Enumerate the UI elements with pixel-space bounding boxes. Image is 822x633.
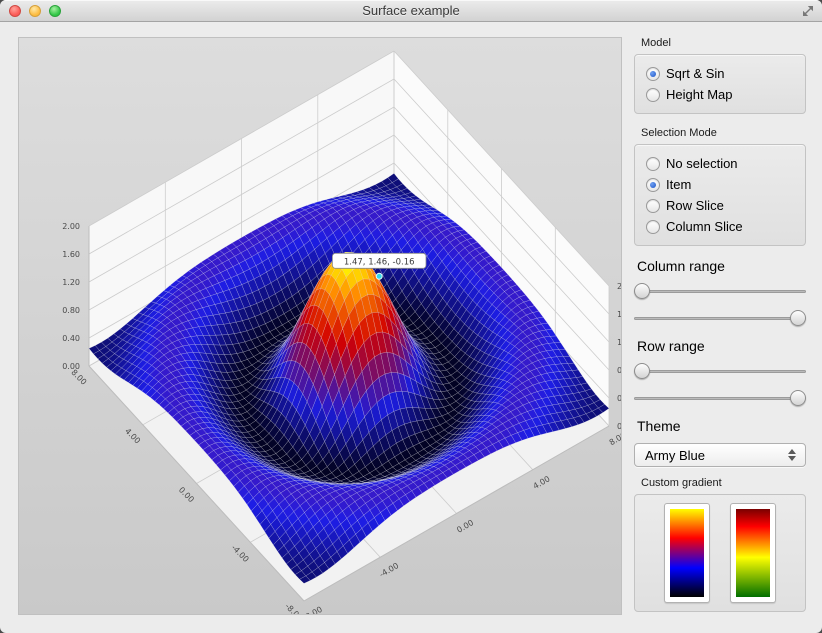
traffic-lights xyxy=(9,5,61,17)
slider-track[interactable] xyxy=(634,370,806,373)
svg-text:1.47, 1.46, -0.16: 1.47, 1.46, -0.16 xyxy=(344,257,415,267)
slider-knob[interactable] xyxy=(790,310,806,326)
row-range-min-slider[interactable] xyxy=(634,363,806,379)
slider-track[interactable] xyxy=(634,317,806,320)
close-button[interactable] xyxy=(9,5,21,17)
theme-combobox[interactable]: Army Blue xyxy=(634,443,806,467)
svg-text:1.20: 1.20 xyxy=(617,338,621,347)
svg-text:0.00: 0.00 xyxy=(177,485,196,504)
selection-mode-groupbox: No selection Item Row Slice Column Slice xyxy=(634,144,806,246)
radio-label: Item xyxy=(666,177,691,192)
svg-text:4.00: 4.00 xyxy=(123,427,142,446)
window-content: -8.00 -4.00 0.00 4.00 8.00 -8.00 -4.00 0.00 4.00… xyxy=(0,22,822,633)
radio-label: No selection xyxy=(666,156,738,171)
app-window: Surface example -8.00-4.000.004.008.00-8… xyxy=(0,0,822,633)
svg-text:0.40: 0.40 xyxy=(62,334,80,343)
theme-label: Theme xyxy=(637,417,806,435)
radio-icon[interactable] xyxy=(646,157,660,171)
column-range-label: Column range xyxy=(637,257,806,275)
radio-option-row-slice[interactable]: Row Slice xyxy=(641,195,799,216)
custom-gradient-group-label: Custom gradient xyxy=(641,475,806,491)
svg-text:8.00: 8.00 xyxy=(608,430,621,447)
svg-text:2.00: 2.00 xyxy=(62,222,80,231)
radio-label: Row Slice xyxy=(666,198,724,213)
svg-text:2.00: 2.00 xyxy=(617,282,621,291)
svg-text:0.00: 0.00 xyxy=(62,362,80,371)
column-range-min-slider[interactable] xyxy=(634,283,806,299)
svg-text:-8.00: -8.00 xyxy=(283,602,304,614)
gradient-one-button[interactable] xyxy=(664,503,710,603)
model-groupbox: Sqrt & Sin Height Map xyxy=(634,54,806,114)
surface-plot[interactable]: -8.00 -4.00 0.00 4.00 8.00 -8.00 -4.00 0.00 4.00… xyxy=(19,38,621,614)
slider-track[interactable] xyxy=(634,290,806,293)
slider-track[interactable] xyxy=(634,397,806,400)
minimize-button[interactable] xyxy=(29,5,41,17)
radio-option-sqrt-sin[interactable]: Sqrt & Sin xyxy=(641,63,799,84)
gradient-one-preview xyxy=(670,509,704,597)
slider-knob[interactable] xyxy=(634,283,650,299)
slider-knob[interactable] xyxy=(634,363,650,379)
svg-text:1.20: 1.20 xyxy=(62,278,80,287)
slider-knob[interactable] xyxy=(790,390,806,406)
svg-text:0.00: 0.00 xyxy=(455,518,475,535)
theme-combobox-value: Army Blue xyxy=(645,448,785,463)
radio-label: Column Slice xyxy=(666,219,743,234)
svg-text:-4.00: -4.00 xyxy=(230,543,251,564)
gradient-two-preview xyxy=(736,509,770,597)
svg-text:-8.00: -8.00 xyxy=(302,605,324,614)
radio-option-height-map[interactable]: Height Map xyxy=(641,84,799,105)
radio-label: Height Map xyxy=(666,87,732,102)
svg-text:0.80: 0.80 xyxy=(617,366,621,375)
custom-gradient-groupbox xyxy=(634,494,806,612)
window-title: Surface example xyxy=(362,3,460,18)
combo-up-down-arrows-icon xyxy=(785,449,799,461)
svg-text:1.60: 1.60 xyxy=(617,310,621,319)
radio-option-column-slice[interactable]: Column Slice xyxy=(641,216,799,237)
row-range-max-slider[interactable] xyxy=(634,390,806,406)
svg-text:0.40: 0.40 xyxy=(617,394,621,403)
radio-icon[interactable] xyxy=(646,220,660,234)
svg-text:-4.00: -4.00 xyxy=(378,561,400,579)
zoom-button[interactable] xyxy=(49,5,61,17)
svg-text:0.80: 0.80 xyxy=(62,306,80,315)
radio-icon[interactable] xyxy=(646,199,660,213)
svg-text:4.00: 4.00 xyxy=(532,474,552,491)
radio-option-item[interactable]: Item xyxy=(641,174,799,195)
fullscreen-icon[interactable] xyxy=(802,5,814,17)
radio-icon[interactable] xyxy=(646,88,660,102)
radio-label: Sqrt & Sin xyxy=(666,66,725,81)
svg-text:1.60: 1.60 xyxy=(62,250,80,259)
model-group-label: Model xyxy=(641,35,806,51)
radio-icon[interactable] xyxy=(646,178,660,192)
column-range-max-slider[interactable] xyxy=(634,310,806,326)
surface-plot-area[interactable]: -8.00 -4.00 0.00 4.00 8.00 -8.00 -4.00 0.00 4.00… xyxy=(18,37,622,615)
selection-mode-group-label: Selection Mode xyxy=(641,125,806,141)
row-range-label: Row range xyxy=(637,337,806,355)
titlebar[interactable]: Surface example xyxy=(0,0,822,22)
svg-text:0.00: 0.00 xyxy=(617,422,621,431)
radio-option-no-selection[interactable]: No selection xyxy=(641,153,799,174)
gradient-two-button[interactable] xyxy=(730,503,776,603)
control-panel: Model Sqrt & Sin Height Map Selection Mod… xyxy=(622,22,822,633)
radio-icon[interactable] xyxy=(646,67,660,81)
